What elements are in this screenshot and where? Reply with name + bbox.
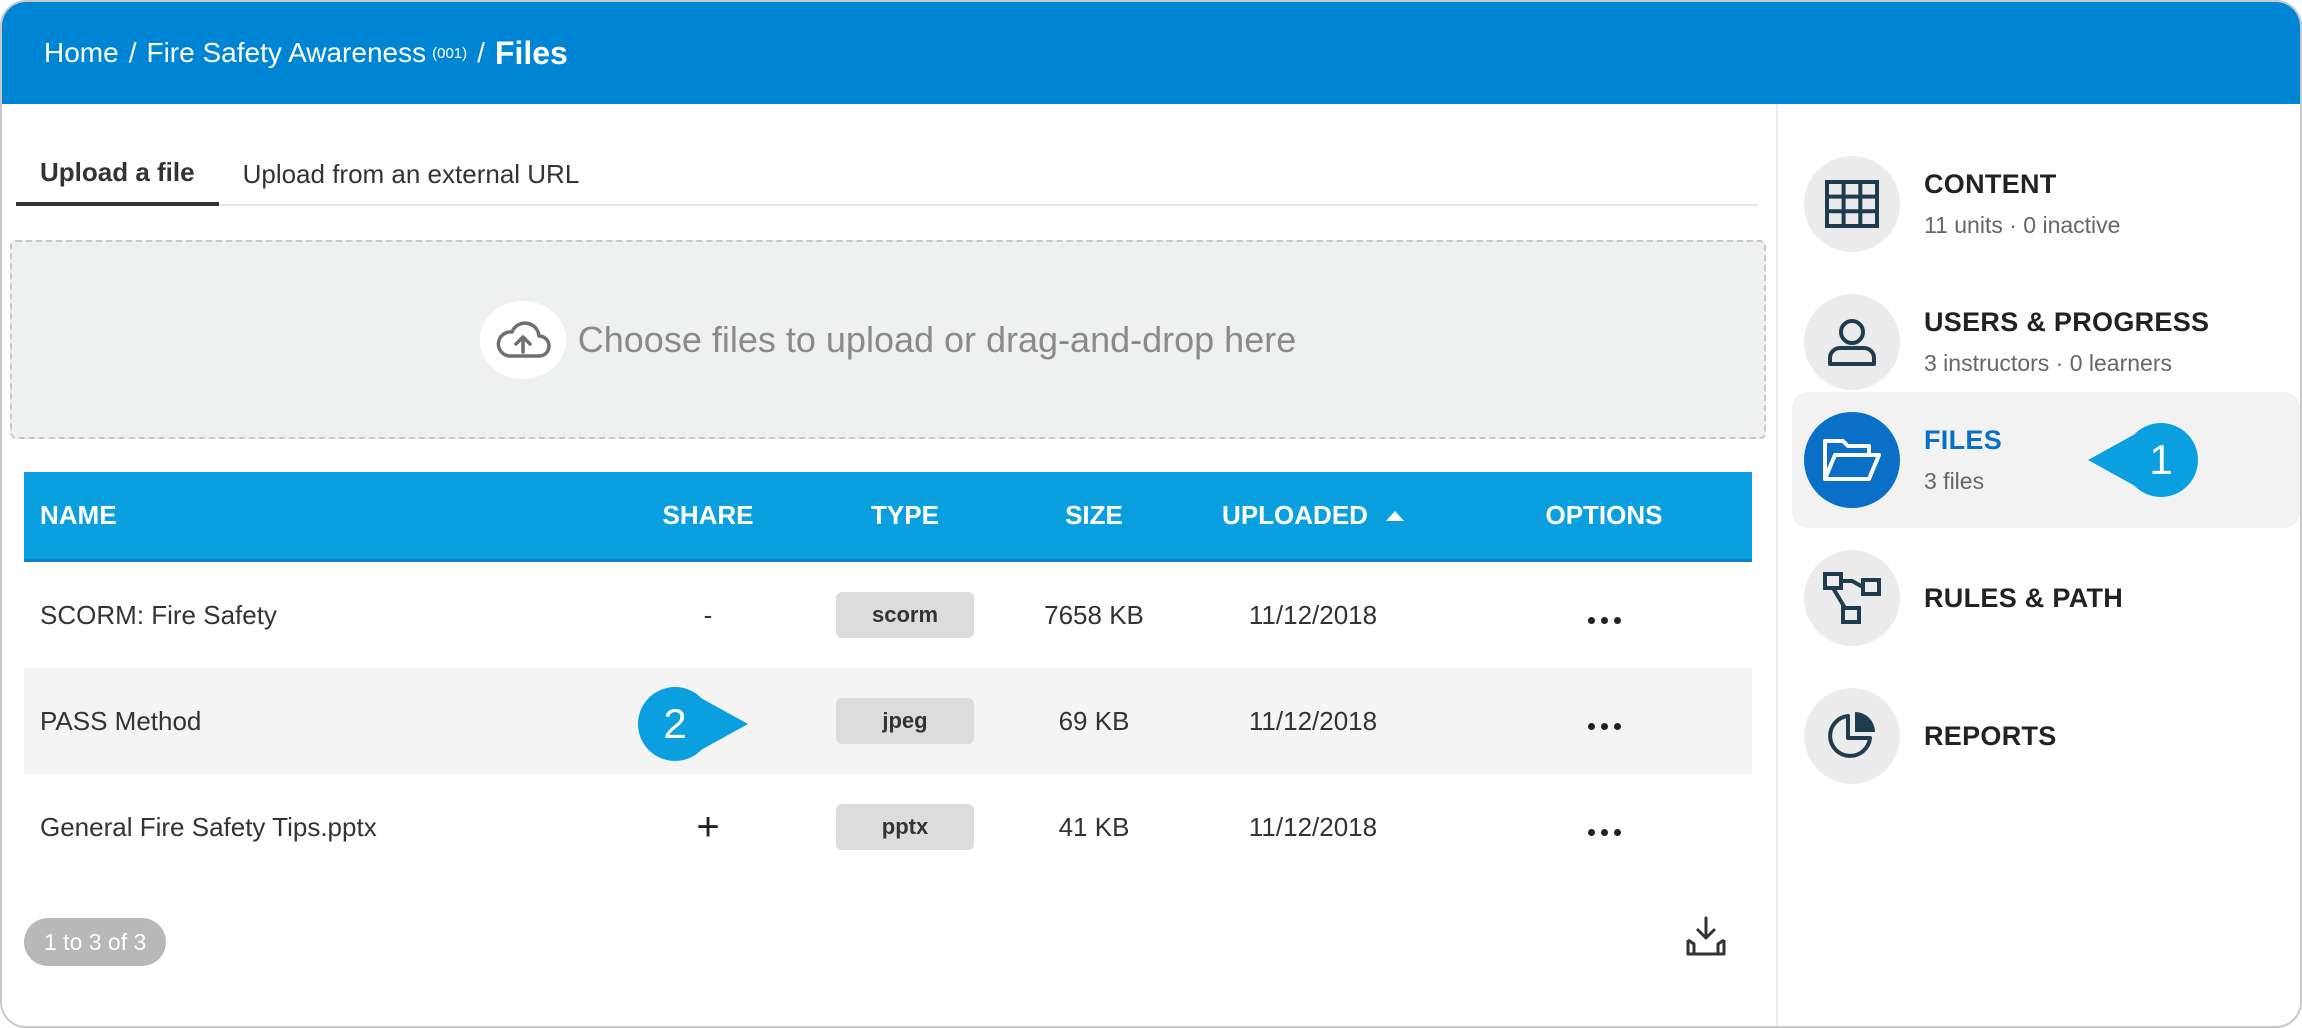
sidebar-item-title: REPORTS [1924, 720, 2057, 751]
breadcrumb-separator: / [128, 37, 137, 68]
file-uploaded-date: 11/12/2018 [1248, 599, 1378, 630]
sidebar-item-subtitle: 3 instructors · 0 learners [1924, 350, 2172, 376]
sidebar-item-title: USERS & PROGRESS [1924, 307, 2210, 337]
file-uploaded-date: 11/12/2018 [1248, 705, 1378, 736]
share-unavailable: - [703, 599, 713, 630]
pie-chart-icon [1804, 688, 1900, 784]
options-cell [1456, 706, 1752, 737]
callout-1: 1 [2088, 423, 2198, 497]
column-header-share[interactable]: SHARE [624, 500, 792, 531]
breadcrumb-home[interactable]: Home [44, 37, 119, 69]
dropzone-text: Choose files to upload or drag-and-drop … [577, 318, 1297, 360]
sidebar-item-rules-path[interactable]: RULES & PATH [1792, 530, 2300, 666]
download-icon[interactable] [1684, 914, 1728, 958]
column-header-uploaded[interactable]: UPLOADED [1170, 500, 1456, 531]
main-content: Upload a file Upload from an external UR… [2, 104, 1776, 1026]
table-row: PASS Method + jpeg 69 KB 11/12/2018 [24, 668, 1752, 774]
file-type-badge: jpeg [836, 698, 974, 744]
file-type-badge: scorm [836, 592, 974, 638]
cloud-upload-icon [479, 300, 566, 379]
column-header-type[interactable]: TYPE [792, 500, 1018, 531]
grid-icon [1804, 156, 1900, 252]
table-row: General Fire Safety Tips.pptx + pptx 41 … [24, 774, 1752, 880]
column-header-name[interactable]: NAME [24, 500, 624, 531]
type-cell: pptx [792, 804, 1018, 850]
callout-pointer [690, 692, 748, 756]
sort-ascending-icon [1385, 510, 1404, 521]
sidebar-item-files[interactable]: FILES 3 files [1792, 392, 2300, 528]
sidebar-item-subtitle: 3 files [1924, 468, 1985, 494]
sidebar-item-subtitle: 11 units · 0 inactive [1924, 212, 2121, 238]
breadcrumb-course-code: (001) [432, 44, 468, 62]
column-header-uploaded-label: UPLOADED [1222, 500, 1368, 530]
file-name[interactable]: General Fire Safety Tips.pptx [24, 812, 624, 843]
callout-number: 1 [2124, 423, 2198, 497]
flow-path-icon [1804, 550, 1900, 646]
more-options-icon[interactable] [1587, 828, 1621, 836]
breadcrumb-separator: / [477, 37, 485, 68]
callout-2: 2 [638, 687, 748, 761]
options-cell [1456, 812, 1752, 843]
breadcrumb-course[interactable]: Fire Safety Awareness [146, 37, 426, 69]
tab-upload-external-url[interactable]: Upload from an external URL [219, 142, 604, 206]
breadcrumb: Home / Fire Safety Awareness (001) / Fil… [2, 2, 2300, 104]
file-size: 7658 KB [1044, 599, 1144, 630]
page-title: Files [494, 34, 568, 71]
course-sidebar: CONTENT 11 units · 0 inactive USERS & PR… [1776, 104, 2300, 1026]
column-header-size[interactable]: SIZE [1018, 500, 1170, 531]
sidebar-item-users-progress[interactable]: USERS & PROGRESS 3 instructors · 0 learn… [1792, 274, 2300, 410]
table-header: NAME SHARE TYPE SIZE UPLOADED OPTIONS [24, 472, 1752, 562]
file-size: 41 KB [1058, 811, 1130, 842]
folder-open-icon [1804, 412, 1900, 508]
tab-upload-file[interactable]: Upload a file [16, 142, 219, 206]
sidebar-item-title: FILES [1924, 425, 2003, 455]
upload-dropzone[interactable]: Choose files to upload or drag-and-drop … [10, 240, 1766, 439]
more-options-icon[interactable] [1587, 616, 1621, 624]
type-cell: scorm [792, 592, 1018, 638]
options-cell [1456, 600, 1752, 631]
user-icon [1804, 294, 1900, 390]
pagination-count: 1 to 3 of 3 [24, 918, 167, 966]
sidebar-item-content[interactable]: CONTENT 11 units · 0 inactive [1792, 136, 2300, 272]
files-table: NAME SHARE TYPE SIZE UPLOADED OPTIONS SC… [24, 472, 1752, 880]
sidebar-item-reports[interactable]: REPORTS [1792, 668, 2300, 804]
sidebar-item-title: CONTENT [1924, 169, 2057, 199]
file-uploaded-date: 11/12/2018 [1248, 811, 1378, 842]
table-row: SCORM: Fire Safety - scorm 7658 KB 11/12… [24, 562, 1752, 668]
share-plus-icon[interactable]: + [696, 807, 719, 847]
file-size: 69 KB [1058, 705, 1130, 736]
share-cell: + [624, 807, 792, 847]
column-header-options: OPTIONS [1545, 500, 1663, 530]
more-options-icon[interactable] [1587, 722, 1621, 730]
upload-tabs: Upload a file Upload from an external UR… [16, 142, 1758, 206]
file-name[interactable]: SCORM: Fire Safety [24, 600, 624, 631]
type-cell: jpeg [792, 698, 1018, 744]
sidebar-item-title: RULES & PATH [1924, 582, 2124, 613]
app-window: Home / Fire Safety Awareness (001) / Fil… [0, 0, 2302, 1028]
file-type-badge: pptx [836, 804, 974, 850]
file-name[interactable]: PASS Method [24, 706, 624, 737]
